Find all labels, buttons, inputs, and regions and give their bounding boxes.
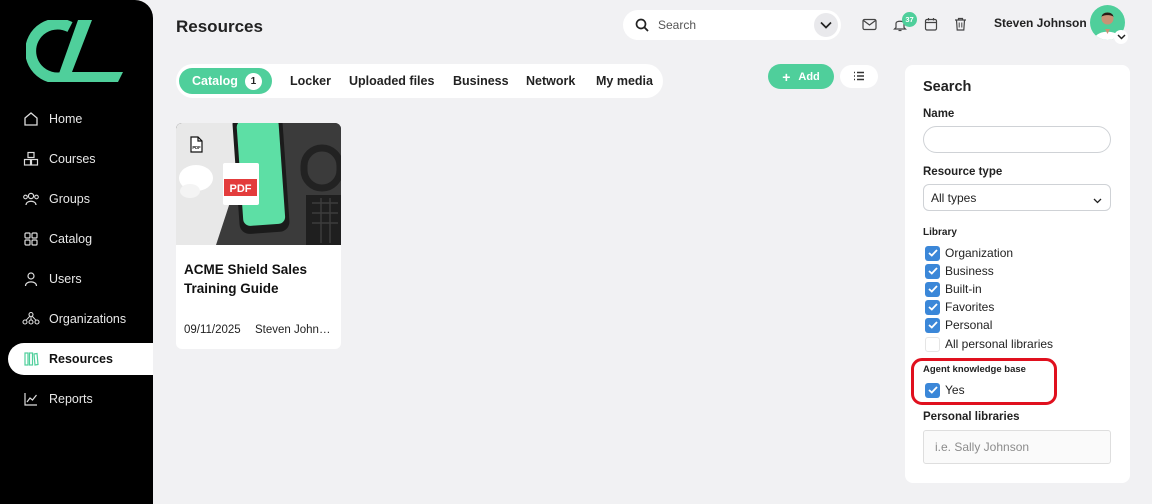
home-icon [22,110,40,128]
resource-thumbnail: PDF PDF [176,123,341,245]
library-option-favorites[interactable]: Favorites [925,299,994,315]
sidebar-item-label: Reports [49,392,93,406]
list-icon [853,68,865,86]
plus-icon: + [782,68,791,85]
pdf-label: PDF [230,183,252,195]
notification-badge: 37 [902,12,917,27]
add-button[interactable]: + Add [768,64,834,89]
tab-network[interactable]: Network [526,64,575,98]
sidebar-item-reports[interactable]: Reports [8,383,153,415]
sidebar-item-courses[interactable]: Courses [8,143,153,175]
personal-libraries-input[interactable]: i.e. Sally Johnson [923,430,1111,464]
tab-my-media[interactable]: My media [596,64,653,98]
add-button-label: Add [798,70,820,83]
tab-label: Catalog [192,74,238,88]
sidebar-item-label: Resources [49,352,113,366]
resource-author: Steven Johnson [255,324,333,336]
sidebar: Home Courses Groups Catalog Users Organi… [0,0,153,504]
checkbox-checked[interactable] [925,317,940,333]
mail-icon[interactable] [860,15,878,33]
checkbox-checked[interactable] [925,299,940,315]
library-option-organization[interactable]: Organization [925,245,1013,261]
library-option-all-personal[interactable]: All personal libraries [925,336,1053,352]
checkbox-checked[interactable] [925,263,940,279]
checkbox-checked[interactable] [925,245,940,261]
catalog-icon [22,230,40,248]
trash-icon[interactable] [951,15,969,33]
sidebar-item-label: Catalog [49,232,93,246]
reports-icon [22,390,40,408]
search-input[interactable]: Search [658,18,696,32]
groups-icon [22,190,40,208]
pdf-file-icon: PDF [189,136,204,158]
sidebar-item-label: Organizations [49,312,127,326]
tab-uploaded-files[interactable]: Uploaded files [349,64,434,98]
checkbox-label: Favorites [945,300,995,314]
sidebar-item-catalog[interactable]: Catalog [8,223,153,255]
resource-type-label: Resource type [923,166,1003,178]
search-filter-panel: Search Name Resource type All types Libr… [905,65,1130,483]
chevron-down-icon[interactable] [1114,30,1128,44]
organizations-icon [22,310,40,328]
checkbox-checked[interactable] [925,281,940,297]
tab-label: Locker [290,74,331,88]
personal-libraries-label: Personal libraries [923,411,1020,423]
chevron-down-icon [1093,193,1102,207]
resource-tabs: Catalog 1 Locker Uploaded files Business… [176,64,663,98]
resources-icon [22,350,40,368]
filter-panel-title: Search [923,79,972,95]
tab-label: Business [453,74,509,88]
tab-business[interactable]: Business [453,64,509,98]
tab-label: Network [526,74,576,88]
tab-label: My media [596,74,653,88]
resource-title[interactable]: ACME Shield Sales Training Guide [184,260,334,298]
library-option-built-in[interactable]: Built-in [925,281,982,297]
chevron-down-icon[interactable] [814,13,838,37]
tab-catalog[interactable]: Catalog 1 [179,68,272,94]
checkbox-unchecked[interactable] [925,336,940,352]
checkbox-label: Personal [945,318,993,332]
sidebar-item-label: Courses [49,152,96,166]
global-search[interactable]: Search [623,10,841,40]
resource-card[interactable]: PDF PDF ACME Shield Sales Training Guide… [176,123,341,349]
resource-date: 09/11/2025 [184,324,241,336]
checkbox-label: Business [945,264,994,278]
courses-icon [22,150,40,168]
page-title: Resources [176,17,263,36]
sidebar-item-resources[interactable]: Resources [8,343,153,375]
tab-label: Uploaded files [349,74,435,88]
sidebar-item-organizations[interactable]: Organizations [8,303,153,335]
sidebar-item-label: Users [49,272,82,286]
app-logo[interactable] [26,20,126,82]
library-label: Library [923,227,957,238]
resource-type-value: All types [931,190,977,205]
calendar-icon[interactable] [922,15,940,33]
sidebar-item-users[interactable]: Users [8,263,153,295]
checkbox-label: Built-in [945,282,982,296]
sidebar-item-label: Home [49,112,83,126]
resource-type-select[interactable]: All types [923,184,1111,211]
svg-text:PDF: PDF [192,145,201,150]
list-view-button[interactable] [840,65,878,88]
sidebar-item-label: Groups [49,192,90,206]
library-option-business[interactable]: Business [925,263,994,279]
checkbox-label: All personal libraries [945,337,1054,351]
sidebar-item-groups[interactable]: Groups [8,183,153,215]
name-input[interactable] [923,126,1111,153]
sidebar-item-home[interactable]: Home [8,103,153,135]
user-icon [22,270,40,288]
tab-count-badge: 1 [244,72,262,90]
search-icon [635,18,649,32]
tab-locker[interactable]: Locker [290,64,331,98]
user-name[interactable]: Steven Johnson [994,16,1087,30]
highlight-outline [911,358,1057,405]
name-label: Name [923,108,955,120]
checkbox-label: Organization [945,246,1014,260]
library-option-personal[interactable]: Personal [925,317,992,333]
